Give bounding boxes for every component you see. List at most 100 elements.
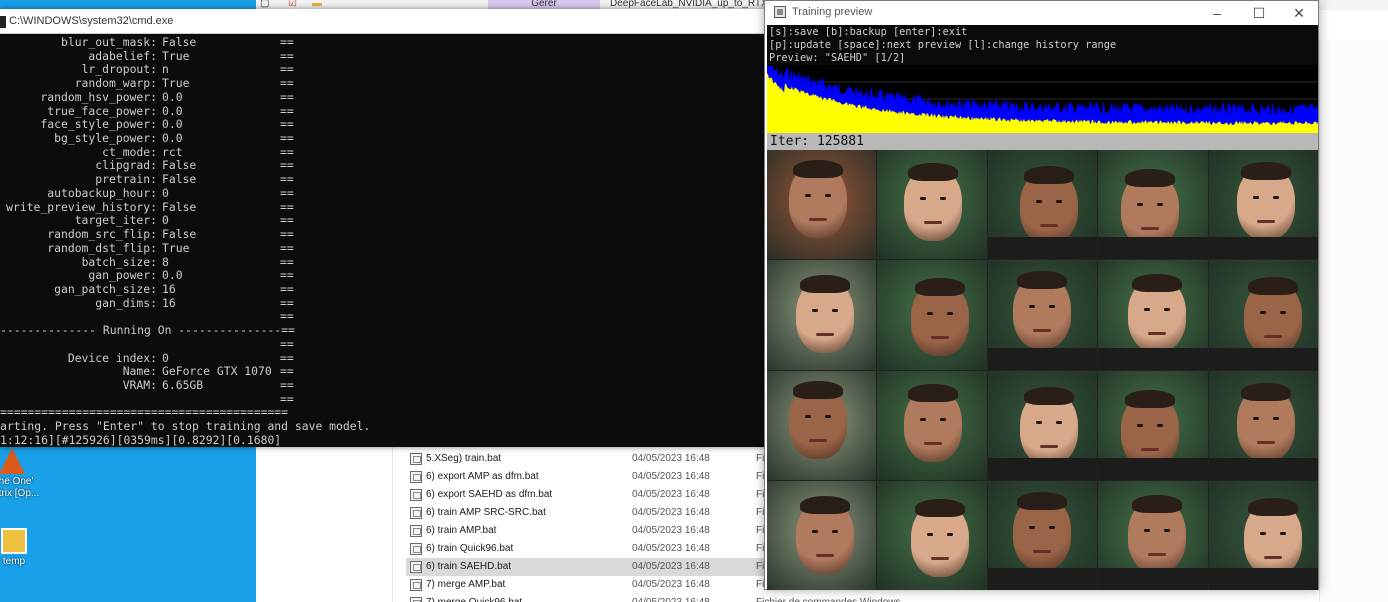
mouth-mark [1263,555,1282,559]
option-value: False [162,227,197,242]
device-key: VRAM: [122,378,157,392]
shirt-shape [1098,347,1208,370]
file-date: 04/05/2023 16:48 [632,594,710,602]
eye-mark [805,194,811,197]
row-border: == [280,254,294,269]
eye-mark [1252,196,1259,199]
option-value: 0 [162,213,169,228]
file-date: 04/05/2023 16:48 [632,489,710,500]
desktop-icon-label: temp [2,556,26,567]
row-border: == [280,268,294,283]
face-preview-tile [1098,480,1208,590]
eye-mark [1164,528,1171,532]
mouth-mark [1148,332,1167,336]
row-border: == [280,378,294,392]
rule-line: ========================================… [0,405,289,420]
eye-mark [1272,196,1279,199]
face-preview-tile [1098,370,1208,480]
eye-mark [812,529,818,533]
mouth-mark [816,333,834,337]
mouth-mark [809,218,827,221]
face-preview-tile [987,370,1098,480]
option-value: 16 [162,295,176,310]
option-value: 0.0 [162,103,183,118]
mouth-mark [931,336,950,340]
face-preview-tile [767,150,877,260]
eye-mark [1252,416,1259,420]
hair-shape [1016,271,1067,290]
hair-shape [1125,389,1176,408]
console-output[interactable]: blur_out_mask: False == adabelief: True == lr_… [0,35,771,447]
hair-shape [1247,497,1298,516]
batch-file-icon [410,525,422,537]
option-value: True [162,76,190,91]
file-name: 7) merge Quick96.bat [426,594,522,602]
option-value: rct [162,144,183,159]
hair-shape [1132,274,1183,293]
maximize-button[interactable]: ☐ [1239,3,1279,23]
mouth-mark [809,438,827,442]
shirt-shape [1098,457,1208,480]
mouth-mark [1032,549,1051,553]
face-preview-tile [767,480,877,590]
file-row[interactable]: 7) merge Quick96.bat 04/05/2023 16:48 Fich… [406,594,966,602]
option-value: 16 [162,281,176,296]
row-border: == [280,350,294,365]
hair-shape [1132,494,1183,513]
window-title: C:\WINDOWS\system32\cmd.exe [9,15,174,27]
eye-mark [1028,305,1035,309]
preview-canvas: [s]:save [b]:backup [enter]:exit [p]:upd… [767,25,1318,590]
preview-titlebar[interactable]: Training preview – ☐ ✕ [765,1,1318,25]
option-key: pretrain: [95,172,157,187]
mouth-mark [1148,552,1167,556]
file-name: 6) train SAEHD.bat [426,561,512,572]
shirt-shape [1208,237,1318,260]
eye-mark [1279,311,1286,315]
file-date: 04/05/2023 16:48 [632,525,710,536]
minimize-button[interactable]: – [1197,3,1237,23]
folder-icon [1,528,27,554]
desktop-icon-label: 'The One' Matrix [Op... [0,476,40,499]
hair-shape [1016,491,1067,510]
eye-mark [1028,525,1035,529]
mouth-mark [816,553,834,557]
face-preview-tile [877,370,987,480]
file-name: 6) train AMP.bat [426,525,497,536]
option-key: true_face_power: [47,103,157,118]
running-on-header: -------------- Running On --------------… [0,323,295,338]
option-value: 0.0 [162,117,183,132]
training-preview-window[interactable]: Training preview – ☐ ✕ [s]:save [b]:back… [764,0,1319,590]
option-value: 0.0 [162,268,183,283]
device-value: 6.65GB [162,378,204,392]
option-key: batch_size: [81,254,157,269]
row-border: == [280,185,294,200]
eye-mark [947,532,954,536]
mouth-mark [1263,335,1282,339]
device-value: 0 [162,350,169,365]
desktop-icon-matrix[interactable]: 'The One' Matrix [Op... [0,448,42,500]
eye-mark [1157,203,1164,206]
row-border: == [280,35,294,49]
row-border: == [280,309,294,324]
eye-mark [825,194,831,197]
start-message: arting. Press "Enter" to stop training a… [0,419,371,434]
hair-shape [1247,277,1298,296]
cmd-window[interactable]: C:\WINDOWS\system32\cmd.exe blur_out_mas… [0,9,771,447]
option-value: False [162,172,197,187]
cmd-titlebar[interactable]: C:\WINDOWS\system32\cmd.exe [0,9,771,34]
option-key: target_iter: [74,213,157,228]
mouth-mark [1256,440,1275,444]
option-key: random_src_flip: [47,227,157,242]
close-button[interactable]: ✕ [1279,3,1319,23]
desktop-icon-temp[interactable]: temp [0,528,44,568]
loss-history-graph [767,65,1318,133]
eye-mark [1157,423,1164,427]
eye-mark [1055,200,1062,203]
face-preview-tile [1208,150,1318,260]
file-date: 04/05/2023 16:48 [632,453,710,464]
row-border: == [280,103,294,118]
file-name: 7) merge AMP.bat [426,579,506,590]
row-border: == [280,48,294,63]
batch-file-icon [410,453,422,465]
eye-mark [1137,203,1144,206]
